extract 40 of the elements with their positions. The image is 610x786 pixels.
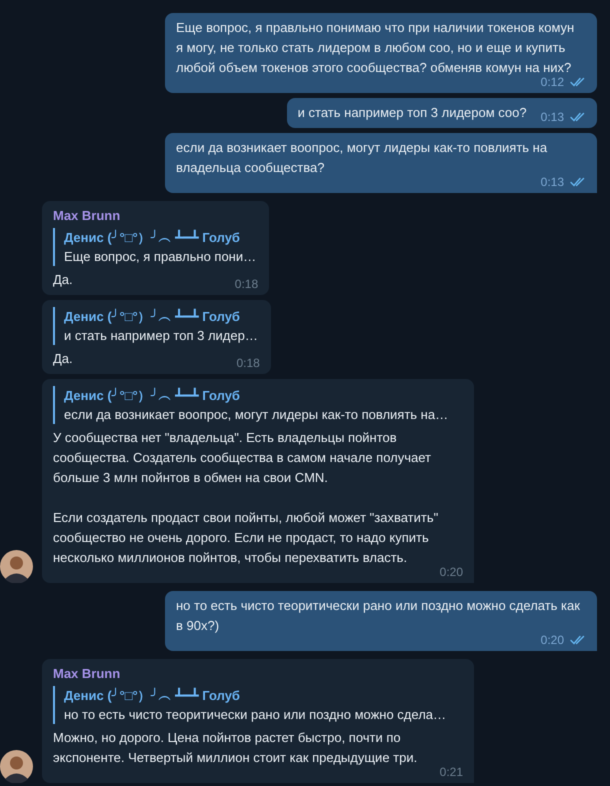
message-time: 0:13 (540, 175, 564, 189)
reply-text: и стать например топ 3 лидер… (64, 327, 258, 345)
message-time: 0:12 (540, 75, 564, 89)
sender-name: Max Brunn (53, 665, 122, 683)
message-time: 0:21 (440, 765, 463, 779)
message-bubble[interactable]: но то есть чисто теоритически рано или поздно можно сделать как в 90х?) 0:20 (165, 591, 597, 651)
reply-text: но то есть чисто теоритически рано или поздно можно сдела… (64, 706, 448, 724)
reply-text: Еще вопрос, я правльно пони… (64, 248, 256, 266)
reply-author: Денис (╯°□°）╯︵ ┻━┻ Голуб (64, 228, 241, 247)
message-text: Можно, но дорого. Цена пойнтов растет быстро, почти по экспоненте. Четвертый миллион стоит как предыдущие три. (53, 729, 418, 767)
message-bubble[interactable] (42, 379, 474, 583)
message-bubble[interactable]: и стать например топ 3 лидером соо? 0:13 (286, 98, 597, 128)
message-text: Да. (53, 350, 73, 368)
message-bubble[interactable]: Еще вопрос, я правльно понимаю что при наличии токенов комун я могу, не только стать лидером в любом соо, но и еще и купить любой объем токенов этого сообщества? обменяв комун на них? 0:12 (165, 13, 597, 93)
message-bubble[interactable]: Max Brunn Денис (╯°□°）╯︵ ┻━┻ Голуб Еще вопрос, я правльно пони… Да. 0:18 (42, 201, 270, 295)
message-time: 0:13 (540, 110, 564, 124)
message-text: У сообщества нет "владельца". Есть владельцы пойнтов сообщества. Создатель сообщества в самом начале получает больше 3 млн пойнтов в обмен на свои CMN. Если создатель продаст свои пойнты, любой может "захватить" сообщество не очень дорого. Если не продаст, то надо купить несколько миллионов пойнтов, чтобы перехватить власть. (53, 429, 440, 567)
avatar[interactable] (0, 550, 33, 583)
message-text: но то есть чисто теоритически рано или поздно можно сделать как в 90х?) (176, 597, 581, 635)
reply-quote[interactable]: Денис (╯°□°）╯︵ ┻━┻ Голуб но то есть чисто теоритически рано или поздно можно сдела… (53, 686, 463, 724)
reply-author: Денис (╯°□°）╯︵ ┻━┻ Голуб (64, 686, 241, 705)
reply-author: Денис (╯°□°）╯︵ ┻━┻ Голуб (64, 386, 241, 405)
message-time: 0:20 (540, 633, 564, 647)
reply-author: Денис (╯°□°）╯︵ ┻━┻ Голуб (64, 308, 241, 326)
avatar[interactable] (0, 750, 33, 783)
message-text: Да. (53, 271, 73, 289)
sender-name: Max Brunn (53, 207, 122, 225)
message-text: Еще вопрос, я правльно понимаю что при наличии токенов комун я могу, не только стать лидером в любом соо, но и еще и купить любой объем токенов этого сообщества? обменяв комун на них? (176, 19, 576, 77)
message-time: 0:18 (236, 356, 260, 370)
message-bubble[interactable] (42, 659, 474, 783)
message-bubble[interactable]: Денис (╯°□°）╯︵ ┻━┻ Голуб и стать например топ 3 лидер… Да. 0:18 (42, 300, 271, 374)
message-time: 0:20 (440, 565, 463, 579)
reply-text: если да возникает воопрос, могут лидеры как-то повлиять на… (64, 406, 450, 424)
message-text: и стать например топ 3 лидером соо? (298, 104, 527, 122)
message-time: 0:18 (234, 277, 258, 291)
reply-quote[interactable]: Денис (╯°□°）╯︵ ┻━┻ Голуб и стать например топ 3 лидер… (53, 307, 260, 345)
message-bubble[interactable]: если да возникает воопрос, могут лидеры как-то повлиять на владельца сообщества? 0:13 (165, 133, 597, 193)
reply-quote[interactable]: Денис (╯°□°）╯︵ ┻━┻ Голуб Еще вопрос, я правльно пони… (53, 228, 258, 266)
message-text: если да возникает воопрос, могут лидеры как-то повлиять на владельца сообщества? (176, 139, 548, 177)
reply-quote[interactable]: Денис (╯°□°）╯︵ ┻━┻ Голуб если да возникает воопрос, могут лидеры как-то повлиять на… (53, 386, 463, 424)
